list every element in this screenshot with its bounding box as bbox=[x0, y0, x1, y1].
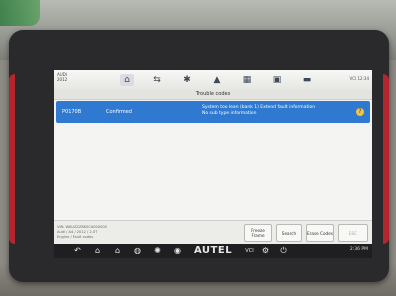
clock: 2:36 PM bbox=[349, 247, 368, 252]
bezel-grip-left bbox=[9, 74, 15, 244]
settings-icon[interactable]: ✺ bbox=[152, 245, 163, 257]
home-icon[interactable]: ⌂ bbox=[120, 74, 134, 86]
bezel-grip-right bbox=[383, 74, 389, 244]
bottom-toolbar: VIN: WAUZZZ8K0CA000000 Audi / A4 / 2012 … bbox=[54, 220, 372, 244]
freeze-frame-button[interactable]: Freeze Frame bbox=[244, 224, 272, 242]
help-icon[interactable]: ? bbox=[356, 108, 364, 116]
dtc-status: Confirmed bbox=[106, 109, 132, 115]
settings-icon[interactable]: ✱ bbox=[180, 74, 194, 86]
car-icon[interactable]: ▲ bbox=[210, 74, 224, 86]
vehicle-summary: VIN: WAUZZZ8K0CA000000 Audi / A4 / 2012 … bbox=[57, 225, 107, 240]
dtc-description-line2: No sub type information bbox=[202, 111, 257, 116]
erase-codes-button[interactable]: Erase Codes bbox=[306, 224, 334, 242]
apps-icon[interactable]: ▦ bbox=[240, 74, 254, 86]
back-icon[interactable]: ↶ bbox=[72, 245, 83, 257]
vci-indicator[interactable]: VCI bbox=[244, 245, 255, 257]
car-dashboard-icon[interactable]: ⚙ bbox=[260, 245, 271, 257]
message-icon[interactable]: ▬ bbox=[300, 74, 314, 86]
exit-button[interactable]: ESC bbox=[338, 224, 368, 242]
power-icon[interactable]: ⏻ bbox=[278, 245, 289, 257]
background-object bbox=[0, 0, 40, 26]
vehicle-info: AUDI 2012 bbox=[57, 72, 67, 82]
search-button[interactable]: Search bbox=[276, 224, 302, 242]
camera-icon[interactable]: ◉ bbox=[172, 245, 183, 257]
dtc-code: P0170B bbox=[62, 109, 82, 115]
vehicle-year: 2012 bbox=[57, 77, 68, 82]
brand-logo: AUTEL bbox=[194, 245, 233, 256]
page-title: Trouble codes bbox=[54, 90, 372, 100]
dtc-description: System too lean (bank 1) Extend fault in… bbox=[202, 105, 315, 117]
vehicle-icon[interactable]: ⇆ bbox=[150, 74, 164, 86]
system-navbar: ↶ ⌂ ⌂ ◍ ✺ ◉ AUTEL VCI ⚙ ⏻ 2:36 PM bbox=[54, 244, 372, 258]
car-icon[interactable]: ⌂ bbox=[112, 245, 123, 257]
home-icon[interactable]: ⌂ bbox=[92, 245, 103, 257]
dtc-row[interactable]: P0170B Confirmed System too lean (bank 1… bbox=[56, 101, 370, 123]
vehicle-summary-line: Engine / Fault codes bbox=[57, 235, 94, 239]
top-toolbar: AUDI 2012 ⌂ ⇆ ✱ ▲ ▦ ▣ ▬ VCI 12:34 bbox=[54, 70, 372, 91]
save-icon[interactable]: ▣ bbox=[270, 74, 284, 86]
status-indicator: VCI 12:34 bbox=[349, 76, 369, 81]
tablet-screen: AUDI 2012 ⌂ ⇆ ✱ ▲ ▦ ▣ ▬ VCI 12:34 Troubl… bbox=[54, 70, 372, 244]
dtc-list-area bbox=[54, 125, 372, 220]
browser-icon[interactable]: ◍ bbox=[132, 245, 143, 257]
